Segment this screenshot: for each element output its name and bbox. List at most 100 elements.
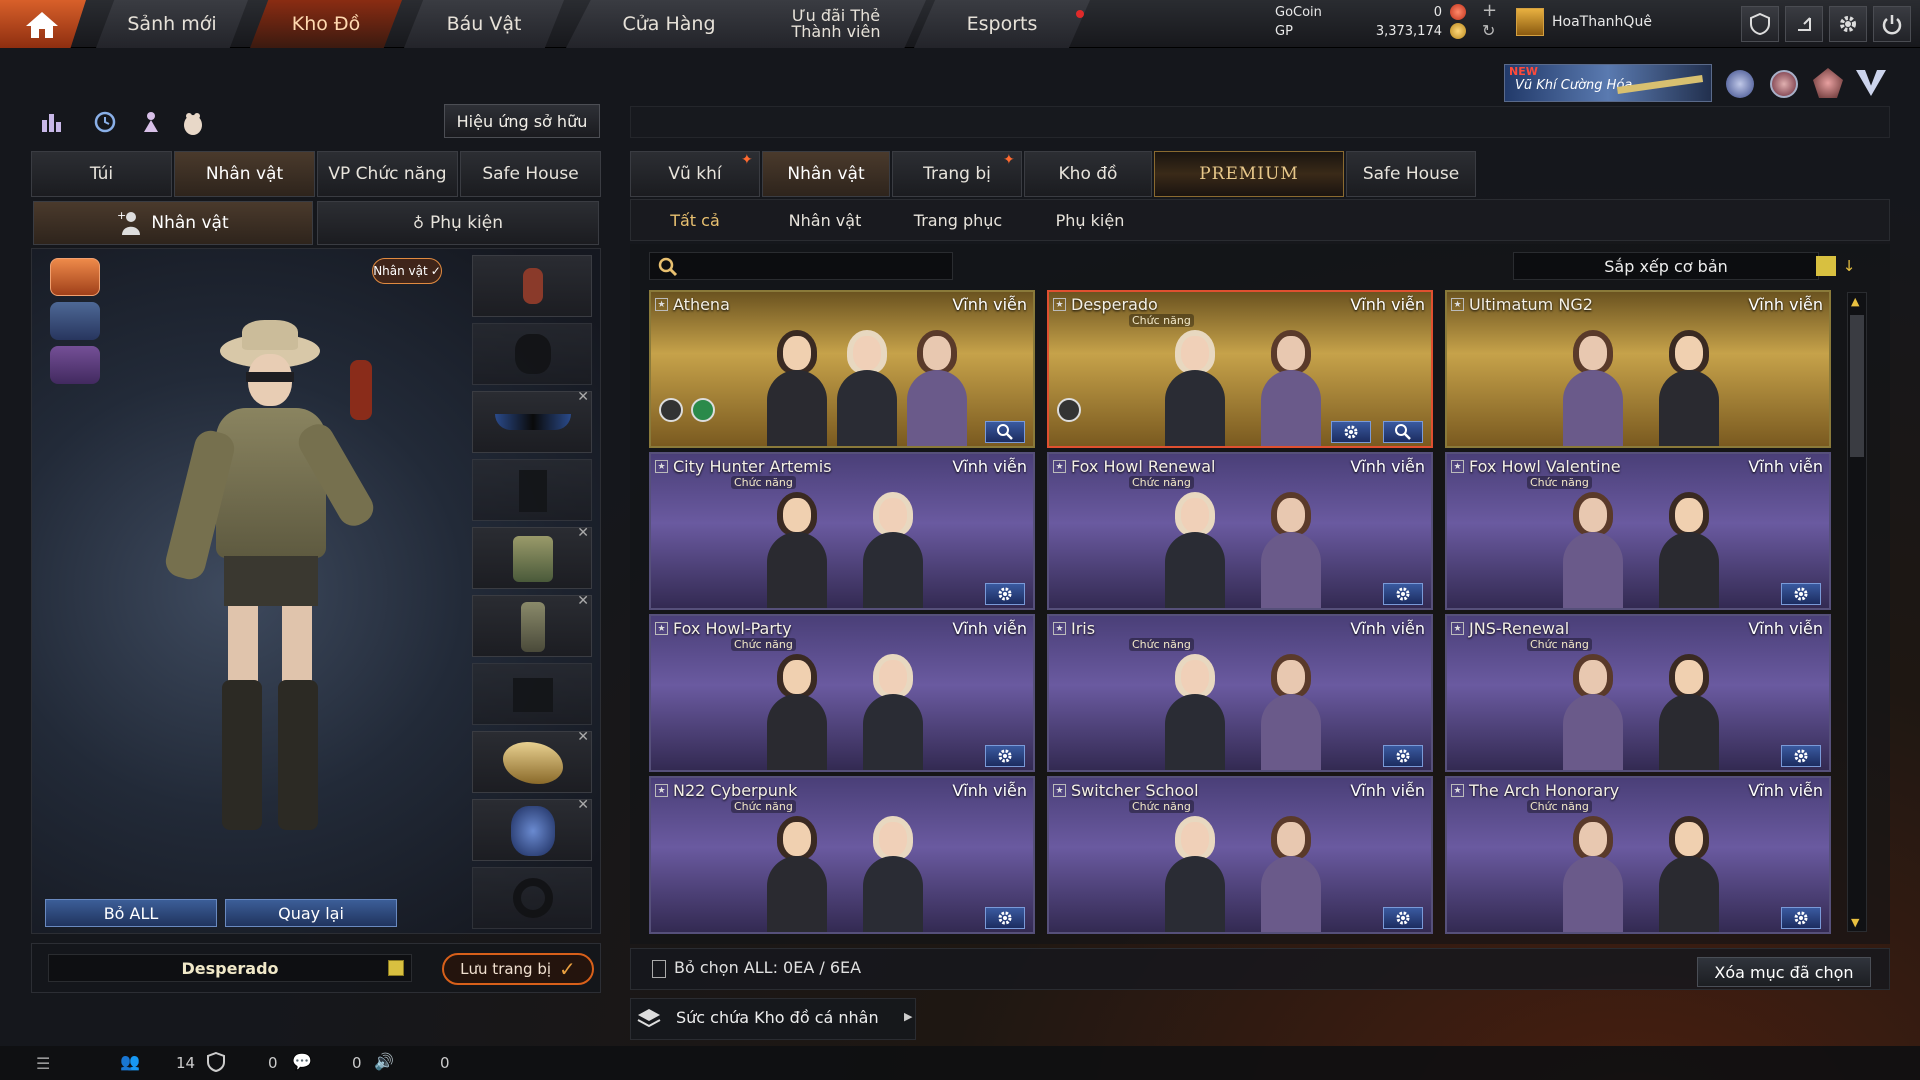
tab-shop[interactable]: Cửa Hàng <box>566 0 772 48</box>
item-card[interactable]: ★ City Hunter Artemis Vĩnh viễn Chức năng <box>649 452 1035 610</box>
item-card[interactable]: ★ Fox Howl Valentine Vĩnh viễn Chức năng <box>1445 452 1831 610</box>
tab-character[interactable]: Nhân vật <box>762 151 890 197</box>
item-card[interactable]: ★ Fox Howl Renewal Vĩnh viễn Chức năng <box>1047 452 1433 610</box>
wolf-emblem-icon[interactable] <box>50 258 100 296</box>
settings-button[interactable] <box>985 745 1025 767</box>
bird-emblem-icon[interactable] <box>50 346 100 384</box>
expand-icon[interactable]: ▶ <box>904 1010 912 1023</box>
tab-treasure[interactable]: Báu Vật <box>404 0 564 48</box>
sort-dropdown[interactable]: Sắp xếp cơ bản <box>1513 252 1819 280</box>
item-card[interactable]: ★ Fox Howl-Party Vĩnh viễn Chức năng <box>649 614 1035 772</box>
subtab-outfit[interactable]: Trang phục <box>896 202 1020 238</box>
favorite-icon[interactable]: ★ <box>655 460 668 473</box>
tab-inventory[interactable]: Kho Đồ <box>250 0 402 48</box>
add-coin-icon[interactable]: + <box>1482 0 1497 21</box>
vip-icon[interactable] <box>1726 70 1754 98</box>
slot-head[interactable] <box>472 323 592 385</box>
power-icon[interactable] <box>1873 6 1911 42</box>
settings-button[interactable] <box>1331 421 1371 443</box>
slot-emblem[interactable]: ✕ <box>472 797 592 861</box>
item-card[interactable]: ★ Iris Vĩnh viễn Chức năng <box>1047 614 1433 772</box>
favorite-icon[interactable]: ★ <box>1451 622 1464 635</box>
settings-button[interactable] <box>1781 583 1821 605</box>
settings-button[interactable] <box>985 583 1025 605</box>
subtab-accessory[interactable]: Phụ kiện <box>1040 202 1140 238</box>
remove-icon[interactable]: ✕ <box>577 525 589 541</box>
tab-safe-house[interactable]: Safe House <box>460 151 601 197</box>
subtab-all[interactable]: Tất cả <box>640 202 750 238</box>
delete-selected-button[interactable]: Xóa mục đã chọn <box>1697 957 1871 987</box>
rank-chart-icon[interactable] <box>40 110 64 134</box>
history-icon[interactable] <box>92 110 118 134</box>
friends-icon[interactable]: 👥 <box>120 1052 140 1071</box>
search-input[interactable] <box>649 252 953 280</box>
sort-list-icon[interactable] <box>1816 256 1836 276</box>
tab-function-items[interactable]: VP Chức năng <box>317 151 458 197</box>
sort-order-icon[interactable]: ↓ <box>1840 256 1858 276</box>
favorite-icon[interactable]: ★ <box>1053 460 1066 473</box>
item-card[interactable]: ★ Switcher School Vĩnh viễn Chức năng <box>1047 776 1433 934</box>
speaker-icon[interactable]: 🔊 <box>374 1052 394 1071</box>
tab-member-offer[interactable]: Ưu đãi Thẻ Thành viên <box>746 0 926 48</box>
clan-shield-icon[interactable] <box>206 1051 226 1073</box>
list-icon[interactable] <box>388 960 404 976</box>
favorite-icon[interactable]: ★ <box>1451 784 1464 797</box>
tab-lobby[interactable]: Sảnh mới <box>96 0 248 48</box>
mask-emblem-icon[interactable] <box>50 302 100 340</box>
mascot-icon[interactable] <box>180 110 206 136</box>
chat-icon[interactable]: 💬 <box>292 1052 312 1071</box>
slot-character[interactable] <box>472 255 592 317</box>
item-card[interactable]: ★ Athena Vĩnh viễn <box>649 290 1035 448</box>
favorite-icon[interactable]: ★ <box>655 622 668 635</box>
settings-button[interactable] <box>1781 745 1821 767</box>
slot-face[interactable]: ✕ <box>472 389 592 453</box>
bookmark-icon[interactable] <box>652 960 666 978</box>
preset-name[interactable]: Desperado <box>48 954 412 982</box>
slot-back[interactable] <box>472 459 592 521</box>
tab-bag[interactable]: Túi <box>31 151 172 197</box>
scroll-down-icon[interactable]: ▼ <box>1851 916 1859 929</box>
slot-legs[interactable] <box>472 663 592 725</box>
remove-all-button[interactable]: Bỏ ALL <box>45 899 217 927</box>
settings-button[interactable] <box>1383 907 1423 929</box>
promo-banner[interactable]: NEW Vũ Khí Cường Hóa <box>1504 64 1712 102</box>
owned-effects-button[interactable]: Hiệu ứng sở hữu <box>444 104 600 138</box>
settings-button[interactable] <box>985 907 1025 929</box>
menu-icon[interactable]: ☰ <box>36 1054 50 1073</box>
favorite-icon[interactable]: ★ <box>1053 622 1066 635</box>
user-name[interactable]: HoaThanhQuê <box>1552 14 1652 30</box>
save-loadout-button[interactable]: Lưu trang bị ✓ <box>442 953 594 985</box>
gear-icon[interactable] <box>1829 6 1867 42</box>
settings-button[interactable] <box>1383 745 1423 767</box>
shield-icon[interactable] <box>1741 6 1779 42</box>
exit-room-icon[interactable] <box>1785 6 1823 42</box>
scrollbar[interactable]: ▲ ▼ <box>1847 292 1867 932</box>
scroll-up-icon[interactable]: ▲ <box>1851 295 1859 308</box>
item-card[interactable]: ★ JNS-Renewal Vĩnh viễn Chức năng <box>1445 614 1831 772</box>
favorite-icon[interactable]: ★ <box>1451 460 1464 473</box>
remove-icon[interactable]: ✕ <box>577 729 589 745</box>
favorite-icon[interactable]: ★ <box>655 298 668 311</box>
favorite-icon[interactable]: ★ <box>1053 784 1066 797</box>
remove-icon[interactable]: ✕ <box>577 593 589 609</box>
item-card[interactable]: ★ Ultimatum NG2 Vĩnh viễn <box>1445 290 1831 448</box>
subtab-character[interactable]: Nhân vật <box>770 202 880 238</box>
tab-character[interactable]: Nhân vật <box>174 151 315 197</box>
v-brand-icon[interactable] <box>1856 70 1886 96</box>
refresh-icon[interactable]: ↻ <box>1482 21 1495 40</box>
slot-ring[interactable] <box>472 867 592 929</box>
slot-pet[interactable]: ✕ <box>472 729 592 793</box>
favorite-icon[interactable]: ★ <box>1451 298 1464 311</box>
deselect-count[interactable]: Bỏ chọn ALL: 0EA / 6EA <box>674 958 861 977</box>
slot-pouch[interactable]: ✕ <box>472 593 592 657</box>
favorite-icon[interactable]: ★ <box>655 784 668 797</box>
remove-icon[interactable]: ✕ <box>577 389 589 405</box>
tab-storage[interactable]: Kho đồ <box>1024 151 1152 197</box>
preview-button[interactable] <box>985 421 1025 443</box>
item-card[interactable]: ★ Desperado Vĩnh viễn Chức năng <box>1047 290 1433 448</box>
preview-button[interactable] <box>1383 421 1423 443</box>
tab-premium[interactable]: PREMIUM <box>1154 151 1344 197</box>
tab-safe-house[interactable]: Safe House <box>1346 151 1476 197</box>
event-badge-icon[interactable] <box>1813 68 1843 98</box>
subtab-character[interactable]: + Nhân vật <box>33 201 313 245</box>
